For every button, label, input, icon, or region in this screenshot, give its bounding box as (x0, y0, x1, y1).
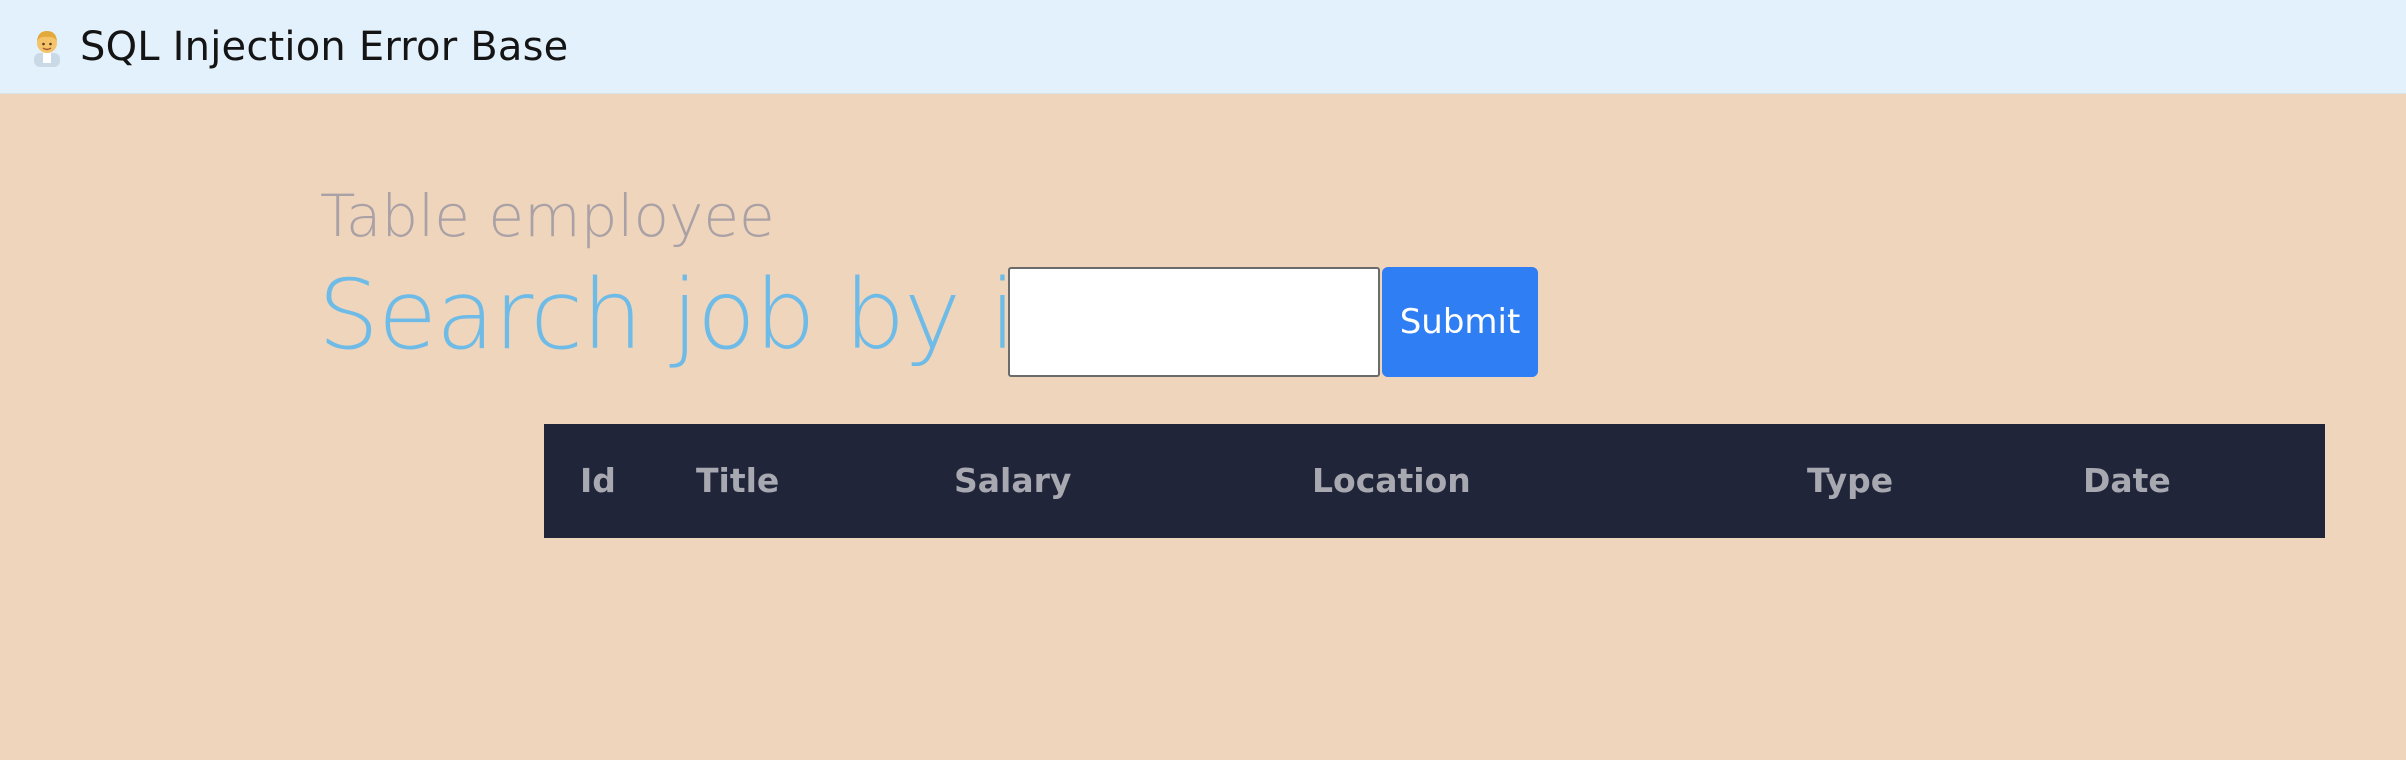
table-name-subtitle: Table employee (320, 182, 775, 250)
column-header-location: Location (1312, 461, 1471, 500)
employee-table: Id Title Salary Location Type Date (544, 424, 2325, 538)
page-heading: Search job by id (318, 259, 1076, 371)
column-header-date: Date (2083, 461, 2171, 500)
submit-button[interactable]: Submit (1382, 267, 1538, 377)
column-header-title: Title (696, 461, 780, 500)
column-header-id: Id (580, 461, 616, 500)
top-navbar: SQL Injection Error Base (0, 0, 2406, 94)
app-title: SQL Injection Error Base (80, 23, 569, 70)
column-header-type: Type (1807, 461, 1894, 500)
job-id-search-input[interactable] (1008, 267, 1380, 377)
man-technologist-icon (28, 27, 66, 67)
column-header-salary: Salary (954, 461, 1072, 500)
